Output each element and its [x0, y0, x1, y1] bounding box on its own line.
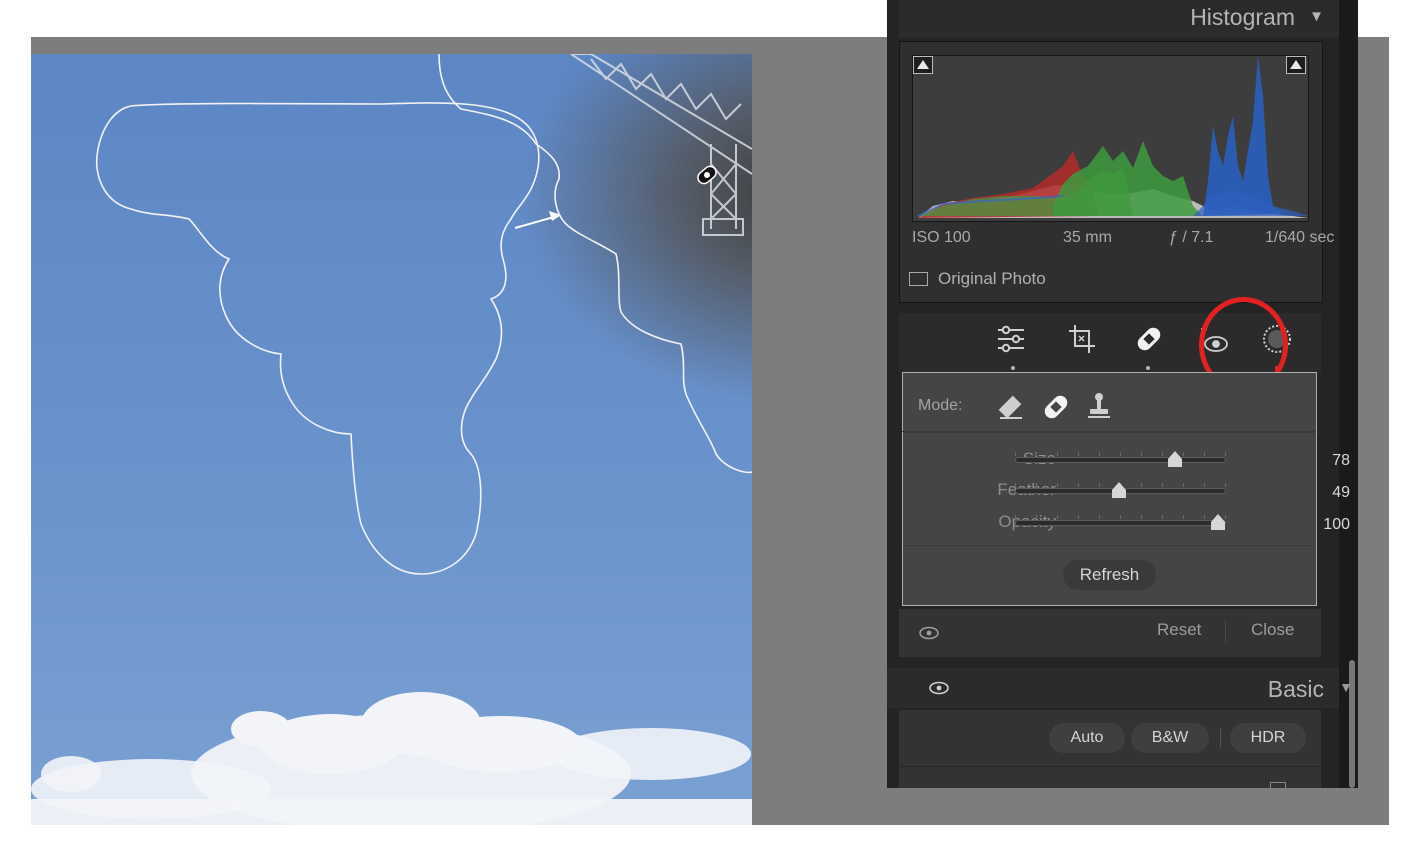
exif-aperture: ƒ / 7.1 [1169, 229, 1214, 246]
healing-icon[interactable] [1133, 322, 1165, 356]
histogram-plot [917, 56, 1308, 218]
healing-source-outline [96, 102, 540, 575]
basic-eye-icon[interactable] [929, 681, 949, 695]
close-button[interactable]: Close [1251, 620, 1294, 640]
content-aware-remove-icon[interactable] [996, 394, 1026, 420]
footer-separator [1225, 620, 1226, 642]
refresh-button[interactable]: Refresh [1063, 560, 1156, 590]
mode-label: Mode: [918, 397, 963, 414]
histogram-graph[interactable] [912, 55, 1309, 222]
exif-focal-length: 35 mm [1063, 229, 1112, 246]
opacity-value[interactable]: 100 [1323, 516, 1350, 534]
healing-target-outline [438, 54, 752, 474]
highlight-clipping-toggle[interactable] [1286, 56, 1306, 74]
size-slider-thumb[interactable] [1168, 451, 1182, 467]
healing-pin-icon [697, 165, 717, 185]
size-value[interactable]: 78 [1332, 452, 1350, 470]
original-photo-checkbox[interactable] [909, 272, 928, 286]
collapse-triangle-icon[interactable]: ▼ [1309, 8, 1324, 25]
original-photo-label: Original Photo [938, 269, 1046, 288]
divider [899, 766, 1321, 767]
reset-button[interactable]: Reset [1157, 620, 1201, 640]
crane-structure [570, 54, 752, 236]
histogram-header[interactable]: Histogram ▼ [899, 0, 1339, 38]
size-ticks [1015, 452, 1226, 456]
heal-mode-icon[interactable] [1040, 393, 1072, 421]
profile-grid-icon[interactable] [1270, 782, 1286, 789]
tool-active-dot [1011, 366, 1015, 370]
crop-icon[interactable] [1067, 322, 1097, 356]
exif-iso: ISO 100 [912, 229, 971, 246]
bw-button[interactable]: B&W [1131, 723, 1209, 753]
eye-visibility-icon[interactable] [919, 626, 939, 640]
opacity-ticks [1015, 515, 1226, 519]
histogram-title: Histogram [1190, 4, 1295, 30]
photo-canvas[interactable] [31, 54, 752, 825]
feather-slider-thumb[interactable] [1112, 482, 1126, 498]
heal-arrow-line [514, 216, 555, 229]
opacity-slider[interactable] [1015, 520, 1226, 526]
clouds [31, 692, 752, 825]
size-slider[interactable] [1015, 457, 1226, 463]
feather-value[interactable]: 49 [1332, 484, 1350, 502]
edit-sliders-icon[interactable] [996, 322, 1026, 356]
shadow-clipping-toggle[interactable] [913, 56, 933, 74]
basic-title: Basic [1267, 676, 1324, 702]
photo-overlay [31, 54, 752, 825]
divider [903, 432, 1315, 433]
collapse-triangle-icon[interactable]: ▼ [1339, 679, 1353, 695]
hdr-button[interactable]: HDR [1230, 723, 1306, 753]
pill-separator [1220, 728, 1221, 748]
auto-button[interactable]: Auto [1049, 723, 1125, 753]
divider [903, 545, 1315, 546]
clone-stamp-icon[interactable] [1085, 392, 1113, 422]
tool-active-dot [1146, 366, 1150, 370]
opacity-slider-thumb[interactable] [1211, 514, 1225, 530]
exif-shutter: 1/640 sec [1265, 229, 1335, 246]
original-photo-toggle[interactable]: Original Photo [909, 269, 1046, 289]
